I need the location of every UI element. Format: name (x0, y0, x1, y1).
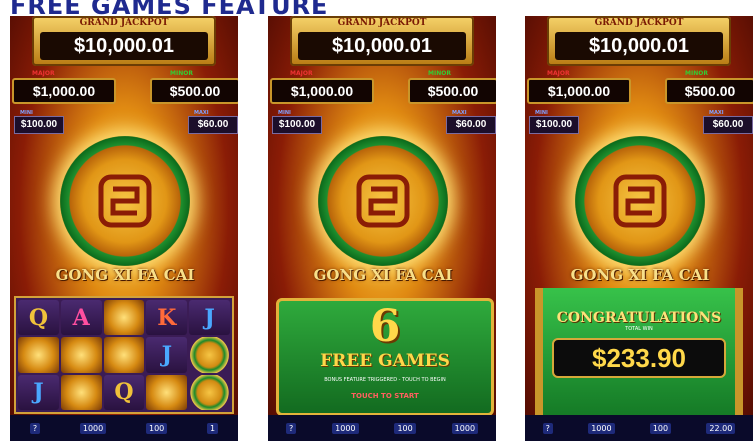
reel-symbol-q: Q (18, 300, 59, 336)
gold-pot-icon (103, 300, 145, 336)
mini-jackpot-value: $100.00 (272, 116, 322, 134)
free-games-award-panel[interactable]: 6 FREE GAMES BONUS FEATURE TRIGGERED - T… (276, 298, 494, 416)
touch-to-start-button[interactable]: TOUCH TO START (351, 392, 419, 400)
reel-grid[interactable]: QAKJJJQ (14, 296, 234, 414)
reel-symbol-k: K (146, 300, 188, 336)
help-button[interactable]: ? (542, 422, 553, 434)
major-label: MAJOR (547, 70, 570, 77)
minor-label: MINOR (685, 70, 708, 77)
panel-win: GRAND JACKPOT $10,000.01 MAJOR MINOR $1,… (525, 16, 753, 441)
bet-display: 100 (145, 422, 168, 434)
mini-jackpot-value: $100.00 (14, 116, 64, 134)
major-label: MAJOR (290, 70, 313, 77)
gong-coin-icon (318, 136, 448, 266)
panel-free-games: GRAND JACKPOT $10,000.01 MAJOR MINOR $1,… (268, 16, 496, 441)
maxi-jackpot-value: $60.00 (703, 116, 753, 134)
grand-jackpot-meter: GRAND JACKPOT $10,000.01 (547, 16, 731, 66)
minor-label: MINOR (170, 70, 193, 77)
reel-symbol-j: J (18, 374, 59, 410)
gold-pot-icon (146, 374, 188, 410)
major-jackpot-value: $1,000.00 (270, 78, 374, 104)
grand-jackpot-label: GRAND JACKPOT (79, 18, 169, 28)
major-jackpot-value: $1,000.00 (12, 78, 116, 104)
balance-display: 22.00 (706, 422, 736, 434)
free-games-count: 6 (369, 301, 401, 352)
grand-jackpot-value: $10,000.01 (298, 32, 466, 60)
minor-jackpot-value: $500.00 (408, 78, 496, 104)
grand-jackpot-label: GRAND JACKPOT (594, 18, 684, 28)
reel-symbol-j: J (146, 337, 188, 373)
status-bar: ? 1000 100 1000 (268, 415, 496, 441)
total-win-amount: $233.90 (552, 338, 726, 378)
bonus-coin-icon (189, 337, 230, 373)
credit-display: 1000 (332, 422, 359, 434)
grand-jackpot-meter: GRAND JACKPOT $10,000.01 (32, 16, 216, 66)
panel-reels: GRAND JACKPOT $10,000.01 MAJOR MINOR $1,… (10, 16, 238, 441)
gong-coin-icon (60, 136, 190, 266)
reel-symbol-a: A (60, 300, 102, 336)
spin-indicator: 1 (207, 422, 219, 434)
bonus-coin-icon (189, 374, 230, 410)
grand-jackpot-label: GRAND JACKPOT (337, 18, 427, 28)
grand-jackpot-value: $10,000.01 (40, 32, 208, 60)
gold-pot-icon (60, 374, 102, 410)
status-bar: ? 1000 100 1 (10, 415, 238, 441)
minor-label: MINOR (428, 70, 451, 77)
bet-display: 100 (649, 422, 672, 434)
status-bar: ? 1000 100 22.00 (525, 415, 753, 441)
game-logo: GONG XI FA CAI (313, 266, 453, 284)
gold-pot-icon (103, 337, 145, 373)
credit-display: 1000 (79, 422, 107, 434)
game-logo: GONG XI FA CAI (55, 266, 195, 284)
help-button[interactable]: ? (29, 422, 41, 434)
minor-jackpot-value: $500.00 (665, 78, 753, 104)
credit-display: 1000 (588, 422, 615, 434)
grand-jackpot-meter: GRAND JACKPOT $10,000.01 (290, 16, 474, 66)
total-win-label: TOTAL WIN (625, 326, 653, 332)
win-display: 1000 (451, 422, 479, 434)
free-games-label: FREE GAMES (320, 351, 450, 371)
gold-pot-icon (18, 337, 59, 373)
grand-jackpot-value: $10,000.01 (555, 32, 723, 60)
gold-pot-icon (60, 337, 102, 373)
major-jackpot-value: $1,000.00 (527, 78, 631, 104)
win-scroll-panel: CONGRATULATIONS TOTAL WIN $233.90 (535, 288, 743, 416)
minor-jackpot-value: $500.00 (150, 78, 238, 104)
maxi-jackpot-value: $60.00 (188, 116, 238, 134)
game-logo: GONG XI FA CAI (570, 266, 710, 284)
help-button[interactable]: ? (285, 422, 297, 434)
reel-symbol-q: Q (103, 374, 145, 410)
bet-display: 100 (394, 422, 416, 434)
mini-jackpot-value: $100.00 (529, 116, 579, 134)
gong-coin-icon (575, 136, 705, 266)
congratulations-title: CONGRATULATIONS (556, 310, 722, 326)
major-label: MAJOR (32, 70, 55, 77)
maxi-jackpot-value: $60.00 (446, 116, 496, 134)
reel-symbol-j: J (189, 300, 230, 336)
free-games-fine-print: BONUS FEATURE TRIGGERED - TOUCH TO BEGIN (324, 377, 446, 383)
